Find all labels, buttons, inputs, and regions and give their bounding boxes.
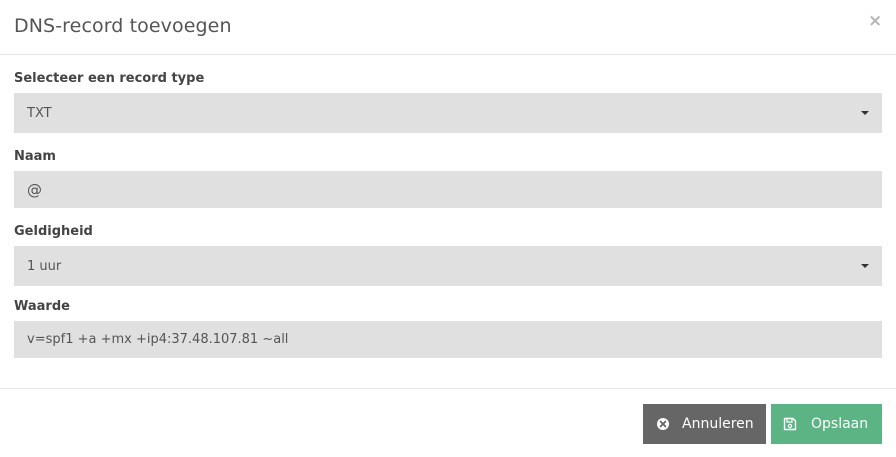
modal-header: DNS-record toevoegen × xyxy=(0,0,896,55)
close-button[interactable]: × xyxy=(868,12,882,30)
floppy-disk-icon xyxy=(783,417,797,431)
ttl-select[interactable]: 1 uur xyxy=(14,246,882,286)
times-circle-icon xyxy=(656,417,670,431)
value-input[interactable]: v=spf1 +a +mx +ip4:37.48.107.81 ~all xyxy=(14,321,882,358)
name-input-value: @ xyxy=(27,180,42,199)
modal-title: DNS-record toevoegen xyxy=(14,15,232,37)
caret-down-icon xyxy=(861,111,869,115)
caret-down-icon xyxy=(861,264,869,268)
save-button-label: Opslaan xyxy=(811,416,869,432)
record-type-selected-value: TXT xyxy=(27,105,52,121)
record-type-label: Selecteer een record type xyxy=(14,71,205,86)
ttl-label: Geldigheid xyxy=(14,224,93,239)
name-label: Naam xyxy=(14,149,56,164)
cancel-button-label: Annuleren xyxy=(682,416,754,432)
name-input[interactable]: @ xyxy=(14,171,882,208)
save-button[interactable]: Opslaan xyxy=(771,404,882,444)
value-label: Waarde xyxy=(14,299,70,314)
cancel-button[interactable]: Annuleren xyxy=(643,404,766,444)
add-dns-record-modal: DNS-record toevoegen × Selecteer een rec… xyxy=(0,0,896,457)
modal-footer: Annuleren Opslaan xyxy=(0,388,896,457)
record-type-select[interactable]: TXT xyxy=(14,93,882,133)
value-input-value: v=spf1 +a +mx +ip4:37.48.107.81 ~all xyxy=(27,332,289,347)
ttl-selected-value: 1 uur xyxy=(27,258,62,274)
close-icon: × xyxy=(868,11,883,31)
